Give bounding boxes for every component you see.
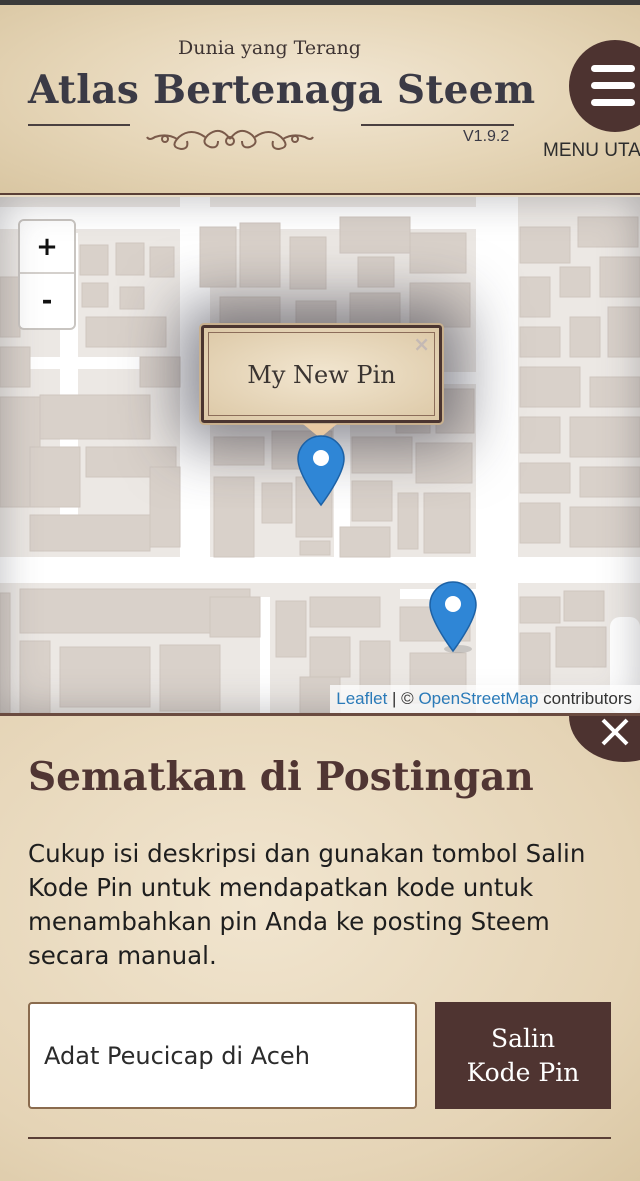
popup-title: My New Pin: [247, 361, 396, 389]
copy-button-line2: Kode Pin: [466, 1057, 580, 1087]
panel-description: Cukup isi deskripsi dan gunakan tombol S…: [28, 839, 586, 970]
leaflet-link[interactable]: Leaflet: [336, 689, 387, 708]
zoom-in-button[interactable]: +: [20, 221, 74, 274]
map-view[interactable]: + - My New Pin × Leaflet | © OpenStreetM…: [0, 197, 640, 713]
map-attribution: Leaflet | © OpenStreetMap contributors: [330, 685, 640, 713]
site-title[interactable]: Atlas Bertenaga Steem: [28, 67, 535, 113]
attribution-suffix: contributors: [538, 689, 632, 708]
openstreetmap-link[interactable]: OpenStreetMap: [418, 689, 538, 708]
marker-popup: My New Pin ×: [201, 325, 442, 423]
main-menu-button[interactable]: [569, 40, 640, 132]
title-divider-right: [361, 124, 514, 126]
title-divider-left: [28, 124, 130, 126]
flourish-ornament-icon: [146, 129, 314, 151]
version-label: V1.9.2: [463, 128, 510, 145]
site-subtitle: Dunia yang Terang: [178, 37, 361, 59]
popup-close-button[interactable]: ×: [413, 332, 430, 356]
pin-description-input[interactable]: [28, 1002, 417, 1109]
site-header: Dunia yang Terang Atlas Bertenaga Steem …: [0, 5, 640, 195]
embed-panel: Sematkan di Postingan Cukup isi deskrips…: [0, 713, 640, 1181]
zoom-control: + -: [18, 219, 76, 330]
attribution-separator: | ©: [387, 689, 419, 708]
panel-close-button[interactable]: [569, 716, 640, 762]
active-map-marker-icon[interactable]: [296, 435, 346, 509]
panel-title: Sematkan di Postingan: [28, 754, 534, 800]
zoom-out-button[interactable]: -: [20, 274, 74, 327]
panel-divider: [28, 1137, 611, 1139]
copy-button-line1: Salin: [490, 1023, 556, 1053]
main-menu-label[interactable]: MENU UTA: [543, 140, 640, 162]
copy-pin-code-button[interactable]: Salin Kode Pin: [435, 1002, 611, 1109]
map-marker-icon[interactable]: [428, 581, 478, 655]
